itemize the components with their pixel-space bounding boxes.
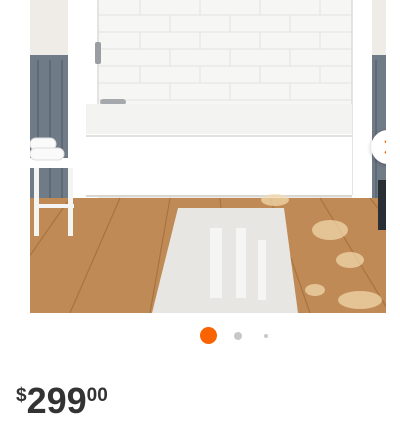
chevron-right-icon (384, 140, 386, 154)
product-image-gallery[interactable] (30, 0, 386, 313)
product-price: $29900 (16, 383, 108, 419)
price-cents: 00 (86, 385, 108, 406)
price-currency-symbol: $ (16, 385, 27, 406)
price-dollars: 299 (26, 380, 87, 421)
pagination-dot[interactable] (234, 332, 242, 340)
gallery-pagination (0, 327, 400, 345)
pagination-dot[interactable] (264, 334, 268, 338)
pagination-dot-active[interactable] (200, 327, 217, 344)
product-photo[interactable] (30, 0, 386, 313)
